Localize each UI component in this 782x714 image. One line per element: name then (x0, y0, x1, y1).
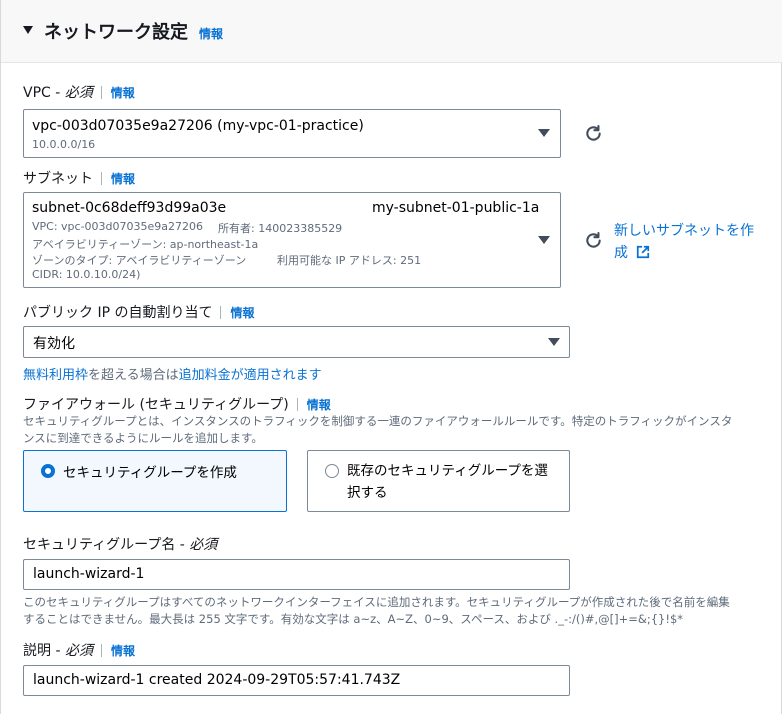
subnet-vpc-line: VPC: vpc-003d07035e9a27206 (32, 220, 204, 233)
refresh-icon[interactable] (584, 124, 603, 143)
subnet-zone-type-line: ゾーンのタイプ: アベイラビリティーゾーン (32, 254, 247, 267)
divider (220, 306, 222, 319)
free-tier-notice: 無料利用枠を超える場合は追加料金が適用されます (23, 368, 322, 383)
create-sg-radio[interactable] (41, 464, 55, 478)
chevron-down-icon (538, 129, 550, 137)
create-security-group-option[interactable]: セキュリティグループを作成 (23, 450, 287, 512)
vpc-info-link[interactable]: 情報 (111, 86, 135, 100)
existing-security-group-option[interactable]: 既存のセキュリティグループを選 択する (307, 450, 570, 512)
public-ip-value: 有効化 (33, 336, 75, 352)
network-settings-panel: ネットワーク設定 情報 VPC - 必須 情報 vpc-003d07035e9a2… (0, 0, 782, 714)
description-input[interactable]: launch-wizard-1 created 2024-09-29T05:57… (23, 665, 570, 696)
subnet-select[interactable]: subnet-0c68deff93d99a03e my-subnet-01-pu… (23, 192, 561, 288)
section-title[interactable]: ネットワーク設定 (44, 18, 188, 44)
existing-sg-label: 既存のセキュリティグループを選 択する (347, 463, 548, 501)
create-subnet-link[interactable]: 新しいサブネットを作 成 (614, 220, 754, 264)
divider (296, 398, 298, 411)
sg-name-label: セキュリティグループ名 - 必須 (23, 537, 218, 553)
divider (100, 644, 102, 657)
public-ip-label: パブリック IP の自動割り当て 情報 (23, 305, 255, 321)
vpc-label: VPC - 必須 情報 (23, 85, 135, 101)
subnet-selected-id: subnet-0c68deff93d99a03e (32, 200, 227, 216)
sg-name-input[interactable]: launch-wizard-1 (23, 559, 570, 590)
create-sg-label: セキュリティグループを作成 (63, 465, 237, 481)
public-ip-info-link[interactable]: 情報 (230, 306, 254, 320)
description-info-link[interactable]: 情報 (111, 644, 135, 658)
vpc-cidr: 10.0.0.0/16 (32, 138, 96, 151)
subnet-owner-line: 所有者: 140023385529 (218, 222, 343, 235)
subnet-az-line: アベイラビリティーゾーン: ap-northeast-1a (32, 238, 259, 251)
section-info-link[interactable]: 情報 (199, 25, 223, 42)
divider (101, 172, 102, 185)
description-label: 説明 - 必須 情報 (23, 643, 135, 659)
vpc-select[interactable]: vpc-003d07035e9a27206 (my-vpc-01-practic… (23, 109, 561, 158)
vpc-selected-id: vpc-003d07035e9a27206 (my-vpc-01-practic… (32, 118, 364, 134)
subnet-ip-line: 利用可能な IP アドレス: 251 (277, 254, 422, 267)
chevron-down-icon (548, 338, 560, 346)
divider (100, 86, 102, 99)
subnet-cidr-line: CIDR: 10.0.10.0/24) (32, 268, 141, 281)
existing-sg-radio[interactable] (325, 464, 339, 478)
sg-name-description: このセキュリティグループはすべてのネットワークインターフェイスに追加されます。セ… (23, 595, 730, 626)
firewall-label: ファイアウォール (セキュリティグループ) 情報 (23, 397, 331, 413)
public-ip-select[interactable]: 有効化 (23, 326, 570, 358)
subnet-label: サブネット 情報 (23, 171, 136, 187)
subnet-info-link[interactable]: 情報 (111, 172, 135, 186)
collapse-caret-icon[interactable] (23, 26, 33, 34)
firewall-description: セキュリティグループとは、インスタンスのトラフィックを制御する一連のファイアウォ… (23, 414, 733, 445)
chevron-down-icon (538, 236, 550, 244)
firewall-info-link[interactable]: 情報 (307, 398, 331, 412)
subnet-selected-name: my-subnet-01-public-1a (372, 200, 540, 216)
free-tier-link[interactable]: 無料利用枠 (23, 368, 88, 383)
external-link-icon (637, 245, 650, 259)
refresh-icon[interactable] (584, 231, 603, 250)
charges-link[interactable]: 追加料金が適用されます (179, 368, 322, 383)
